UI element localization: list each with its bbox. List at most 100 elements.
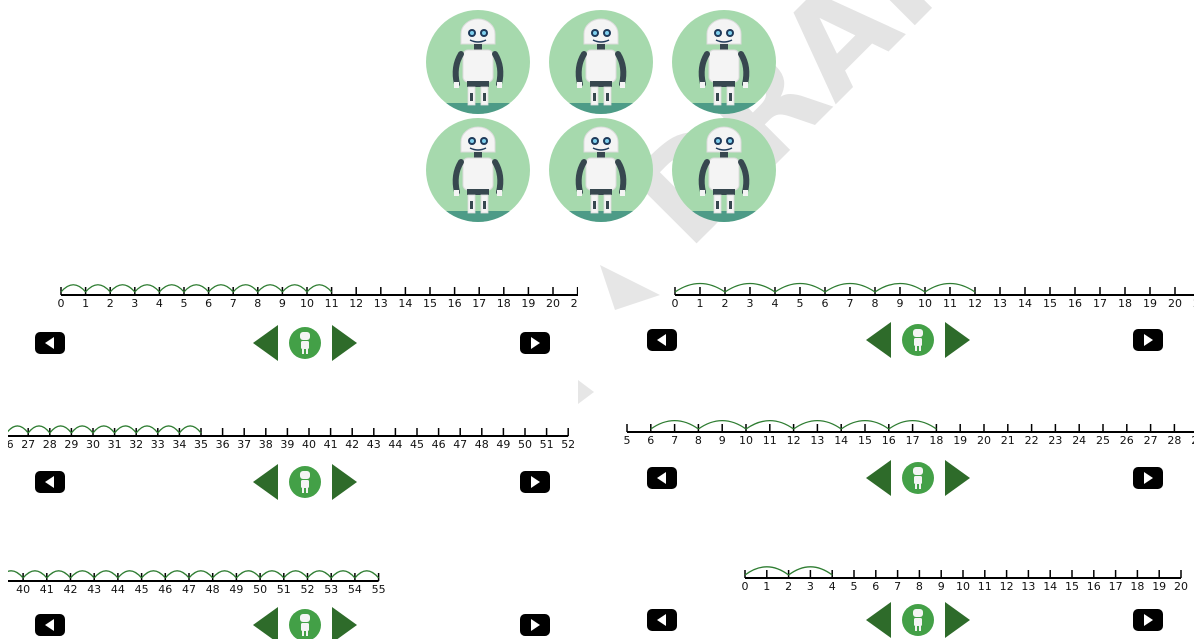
prev-number-line-button[interactable] [35, 332, 65, 354]
tick-label: 21 [1001, 434, 1015, 447]
step-back-arrow-icon[interactable] [253, 325, 278, 361]
robot-step-button[interactable] [902, 324, 934, 356]
tick-label: 40 [16, 583, 30, 596]
step-forward-arrow-icon[interactable] [332, 325, 357, 361]
jump-arc [283, 570, 309, 579]
jump-arc [0, 426, 7, 433]
next-number-line-button[interactable] [1133, 467, 1163, 489]
tick-label: 28 [43, 438, 57, 451]
tick-label: 15 [423, 297, 437, 310]
tick-label: 19 [953, 434, 967, 447]
robot-step-button[interactable] [289, 609, 321, 639]
tick-label: 42 [64, 583, 78, 596]
tick-label: 26 [0, 438, 14, 451]
tick-label: 20 [1168, 297, 1182, 310]
tick-label: 28 [1167, 434, 1181, 447]
jump-arc [8, 570, 24, 579]
tick-label: 8 [916, 580, 923, 593]
prev-number-line-button[interactable] [647, 609, 677, 631]
step-forward-arrow-icon[interactable] [945, 602, 970, 638]
step-back-arrow-icon[interactable] [866, 602, 891, 638]
step-forward-arrow-icon[interactable] [332, 607, 357, 639]
step-back-arrow-icon[interactable] [866, 460, 891, 496]
robot-step-button[interactable] [289, 327, 321, 359]
tick-label: 11 [763, 434, 777, 447]
tick-label: 20 [1174, 580, 1188, 593]
tick-label: 51 [277, 583, 291, 596]
tick-label: 4 [156, 297, 163, 310]
step-back-arrow-icon[interactable] [866, 322, 891, 358]
tick-label: 9 [719, 434, 726, 447]
tick-label: 2 [107, 297, 114, 310]
tick-label: 17 [1109, 580, 1123, 593]
tick-label: 6 [647, 434, 654, 447]
step-forward-arrow-icon[interactable] [332, 464, 357, 500]
jump-arc [114, 425, 137, 434]
watermark-fragment [600, 265, 660, 310]
tick-label: 16 [448, 297, 462, 310]
jump-arc [93, 570, 119, 579]
next-number-line-button[interactable] [520, 614, 550, 636]
tick-label: 14 [1043, 580, 1057, 593]
next-number-line-button[interactable] [520, 332, 550, 354]
tick-label: 45 [410, 438, 424, 451]
tick-label: 31 [108, 438, 122, 451]
next-number-line-button[interactable] [1133, 609, 1163, 631]
tick-label: 7 [894, 580, 901, 593]
robot-icon [913, 609, 923, 617]
tick-label: 9 [938, 580, 945, 593]
robot-icon [913, 467, 923, 475]
tick-label: 16 [882, 434, 896, 447]
robot-step-button[interactable] [902, 604, 934, 636]
tick-label: 10 [956, 580, 970, 593]
step-back-arrow-icon[interactable] [253, 464, 278, 500]
jump-arc [259, 570, 285, 579]
jump-arc [49, 425, 72, 434]
tick-label: 34 [172, 438, 186, 451]
next-number-line-button[interactable] [1133, 329, 1163, 351]
tick-label: 55 [372, 583, 386, 596]
tick-label: 37 [237, 438, 251, 451]
robot-step-button[interactable] [902, 462, 934, 494]
tick-label: 36 [216, 438, 230, 451]
tick-label: 0 [742, 580, 749, 593]
number-line-panel: 0 1 2 3 4 5 6 7 8 9 10 11 12 13 14 15 16 17 18 19 20 [647, 566, 1188, 638]
step-back-arrow-icon[interactable] [253, 607, 278, 639]
jump-arc [109, 284, 136, 293]
tick-label: 44 [111, 583, 125, 596]
jump-arc [208, 284, 234, 293]
tick-label: 48 [475, 438, 489, 451]
step-forward-arrow-icon[interactable] [945, 322, 970, 358]
tick-label: 10 [300, 297, 314, 310]
tick-label: 3 [747, 297, 754, 310]
tick-label: 13 [993, 297, 1007, 310]
tick-label: 53 [324, 583, 338, 596]
step-forward-arrow-icon[interactable] [945, 460, 970, 496]
jump-arc [257, 284, 283, 293]
next-number-line-button[interactable] [520, 471, 550, 493]
tick-label: 0 [58, 297, 65, 310]
tick-label: 44 [388, 438, 402, 451]
tick-label: 10 [739, 434, 753, 447]
tick-label: 8 [872, 297, 879, 310]
prev-number-line-button[interactable] [647, 329, 677, 351]
tick-label: 43 [367, 438, 381, 451]
jump-arc [178, 425, 202, 434]
tick-label: 5 [624, 434, 631, 447]
robot-step-button[interactable] [289, 466, 321, 498]
tick-label: 9 [897, 297, 904, 310]
tick-label: 49 [496, 438, 510, 451]
prev-number-line-button[interactable] [35, 614, 65, 636]
tick-label: 11 [325, 297, 339, 310]
robot-4 [426, 118, 530, 222]
prev-number-line-button[interactable] [647, 467, 677, 489]
robot-5 [549, 118, 653, 222]
jump-arc [8, 425, 29, 434]
prev-number-line-button[interactable] [35, 471, 65, 493]
number-line: 2526272829303132333435363738394041424344… [0, 425, 575, 451]
jump-arc [141, 570, 166, 579]
robot-icon [913, 329, 923, 337]
tick-label: 46 [432, 438, 446, 451]
number-line-panel: 0123456789101112131415161718192021222324 [647, 282, 1194, 358]
jump-arc [46, 570, 72, 579]
